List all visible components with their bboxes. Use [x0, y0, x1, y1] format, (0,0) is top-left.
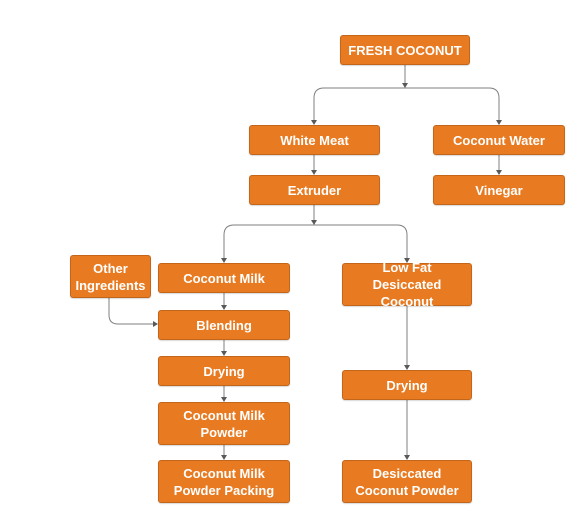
node-label: Blending [196, 317, 252, 333]
node-other-ingredients: Other Ingredients [70, 255, 151, 298]
node-label: Low Fat Desiccated Coconut [372, 260, 442, 309]
node-label: Coconut Milk Powder Packing [173, 465, 275, 498]
node-label: Coconut Milk [183, 270, 265, 286]
node-coconut-milk-powder-packing: Coconut Milk Powder Packing [158, 460, 290, 503]
node-label: White Meat [280, 132, 349, 148]
node-white-meat: White Meat [249, 125, 380, 155]
node-extruder: Extruder [249, 175, 380, 205]
node-low-fat-desiccated-coconut: Low Fat Desiccated Coconut [342, 260, 472, 309]
edge-fresh-coconut-to-white-meat [313, 87, 405, 121]
node-blending: Blending [158, 310, 290, 340]
node-label: Drying [386, 377, 428, 393]
node-drying-left: Drying [158, 356, 290, 386]
edge-fresh-coconut-to-coconut-water [405, 87, 500, 121]
edge-extruder-to-coconut-milk [223, 224, 314, 259]
arrowhead [402, 83, 408, 88]
node-label: Coconut Milk Powder [183, 407, 265, 440]
node-label: Desiccated Coconut Powder [355, 465, 459, 498]
node-label: Other Ingredients [75, 260, 146, 293]
node-label: Drying [203, 363, 245, 379]
node-label: Vinegar [475, 182, 523, 198]
node-vinegar: Vinegar [433, 175, 565, 205]
node-label: Extruder [287, 182, 342, 198]
edge-extruder-to-low-fat [314, 224, 408, 259]
edge-other-ingredients-to-blending [108, 298, 154, 325]
node-label: FRESH COCONUT [348, 42, 462, 58]
node-drying-right: Drying [342, 370, 472, 400]
node-coconut-milk-powder: Coconut Milk Powder [158, 402, 290, 445]
node-coconut-water: Coconut Water [433, 125, 565, 155]
node-fresh-coconut: FRESH COCONUT [340, 35, 470, 65]
node-label: Coconut Water [453, 132, 545, 148]
node-desiccated-coconut-powder: Desiccated Coconut Powder [342, 460, 472, 503]
node-coconut-milk: Coconut Milk [158, 263, 290, 293]
arrowhead [311, 220, 317, 225]
